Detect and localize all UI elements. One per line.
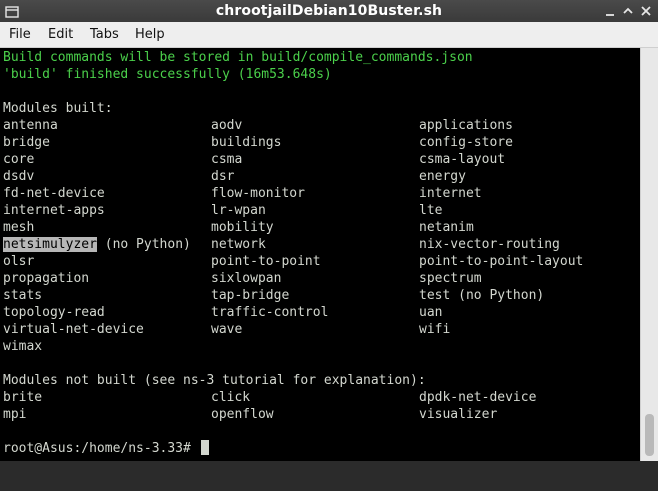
minimize-icon[interactable] (602, 3, 618, 19)
module-name: wave (211, 322, 243, 337)
module-note: (no Python) (96, 237, 191, 252)
module-name: click (211, 390, 251, 405)
module-name: dpdk-net-device (419, 390, 537, 405)
module-row: virtual-net-device wave wifi (3, 321, 450, 338)
module-name: point-to-point-layout (419, 254, 584, 269)
module-name: antenna (3, 118, 58, 133)
menu-tabs[interactable]: Tabs (88, 22, 121, 47)
module-row: stats tap-bridge test (no Python) (3, 287, 544, 304)
module-name: lte (419, 203, 443, 218)
terminal-window: chrootjailDebian10Buster.sh File Edit Ta… (0, 0, 658, 461)
module-name: network (211, 237, 266, 252)
module-name: applications (419, 118, 513, 133)
module-name: virtual-net-device (3, 322, 144, 337)
scrollbar-thumb[interactable] (645, 414, 654, 456)
module-row: mesh mobility netanim (3, 219, 474, 236)
module-name: wimax (3, 339, 43, 354)
module-row: topology-read traffic-control uan (3, 304, 442, 321)
module-row: antenna aodv applications (3, 117, 513, 134)
module-row: brite click dpdk-net-device (3, 389, 536, 406)
module-name: energy (419, 169, 466, 184)
module-name: config-store (419, 135, 513, 150)
module-name: spectrum (419, 271, 482, 286)
module-row: fd-net-device flow-monitor internet (3, 185, 482, 202)
module-name: buildings (211, 135, 282, 150)
module-name: stats (3, 288, 43, 303)
terminal-output[interactable]: Build commands will be stored in build/c… (0, 48, 640, 461)
module-row: bridge buildings config-store (3, 134, 513, 151)
modules-not-built-header: Modules not built (see ns-3 tutorial for… (3, 373, 426, 388)
module-name: internet (419, 186, 482, 201)
module-row: wimax (3, 338, 50, 355)
module-row: netsimulyzer (no Python) network nix-vec… (3, 236, 560, 253)
prompt-line[interactable]: root@Asus:/home/ns-3.33# (3, 440, 209, 457)
build-message-line: Build commands will be stored in build/c… (3, 50, 473, 65)
module-row: mpi openflow visualizer (3, 406, 497, 423)
module-name: test (no Python) (419, 288, 545, 303)
menu-bar: File Edit Tabs Help (0, 22, 658, 48)
menu-edit[interactable]: Edit (46, 22, 75, 47)
module-row: internet-apps lr-wpan lte (3, 202, 442, 219)
module-name: point-to-point (211, 254, 321, 269)
module-name: lr-wpan (211, 203, 266, 218)
module-name: fd-net-device (3, 186, 105, 201)
build-finished-line: 'build' finished successfully (16m53.648… (3, 67, 332, 82)
vertical-scrollbar[interactable] (640, 48, 658, 461)
module-name: olsr (3, 254, 35, 269)
title-bar[interactable]: chrootjailDebian10Buster.sh (0, 0, 658, 22)
module-name: sixlowpan (211, 271, 282, 286)
module-name: topology-read (3, 305, 105, 320)
text-cursor (200, 440, 209, 455)
module-name: openflow (211, 407, 274, 422)
module-name: wifi (419, 322, 451, 337)
menu-file[interactable]: File (7, 22, 33, 47)
module-name: core (3, 152, 35, 167)
module-name: dsr (211, 169, 235, 184)
selected-text[interactable]: netsimulyzer (3, 237, 97, 252)
module-row: propagation sixlowpan spectrum (3, 270, 482, 287)
module-name: dsdv (3, 169, 35, 184)
module-name: mesh (3, 220, 35, 235)
module-row: olsr point-to-point point-to-point-layou… (3, 253, 583, 270)
module-name: visualizer (419, 407, 498, 422)
module-row: dsdv dsr energy (3, 168, 466, 185)
module-name: tap-bridge (211, 288, 290, 303)
module-name: traffic-control (211, 305, 329, 320)
module-name: internet-apps (3, 203, 105, 218)
module-name: propagation (3, 271, 90, 286)
close-icon[interactable] (638, 3, 654, 19)
maximize-icon[interactable] (620, 3, 636, 19)
menu-help[interactable]: Help (133, 22, 167, 47)
module-name: nix-vector-routing (419, 237, 560, 252)
module-name: aodv (211, 118, 243, 133)
module-row: core csma csma-layout (3, 151, 505, 168)
module-name: flow-monitor (211, 186, 305, 201)
modules-built-header: Modules built: (3, 101, 113, 116)
module-name: mobility (211, 220, 274, 235)
module-name: csma-layout (419, 152, 506, 167)
module-name: csma (211, 152, 243, 167)
module-name: bridge (3, 135, 50, 150)
module-name: netanim (419, 220, 474, 235)
module-name: uan (419, 305, 443, 320)
module-name: brite (3, 390, 43, 405)
module-name: mpi (3, 407, 27, 422)
window-title: chrootjailDebian10Buster.sh (215, 3, 443, 19)
shell-prompt: root@Asus:/home/ns-3.33# (3, 441, 199, 456)
module-name-selected[interactable]: netsimulyzer (no Python) (3, 236, 191, 253)
